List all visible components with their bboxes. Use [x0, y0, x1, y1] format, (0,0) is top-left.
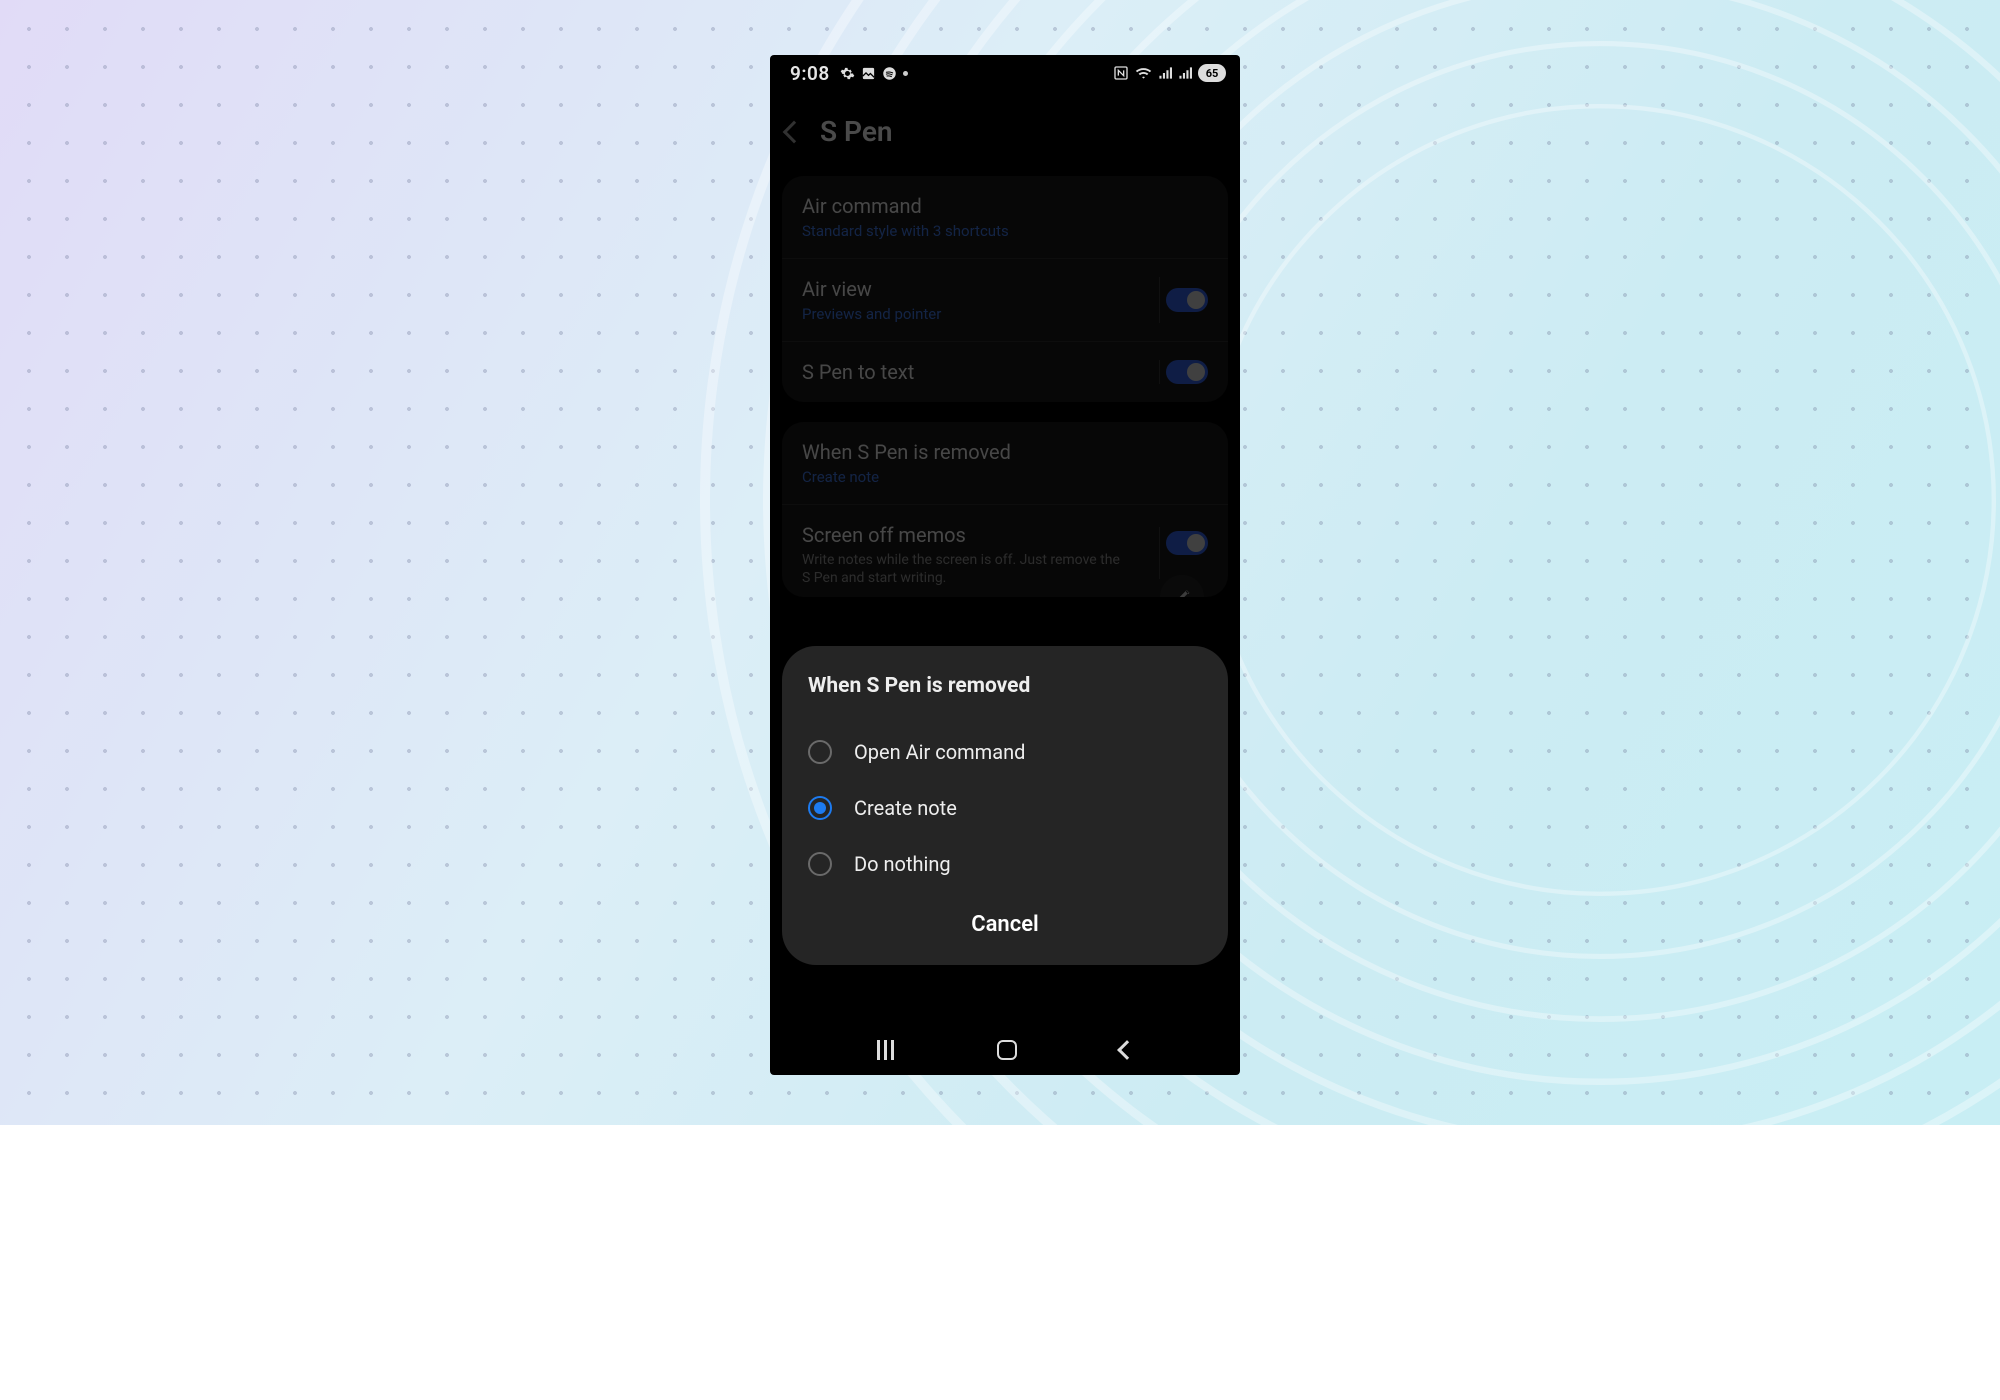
spotify-icon: [882, 66, 897, 81]
status-bar: 9:08 65: [770, 55, 1240, 93]
spen-to-text-label: S Pen to text: [802, 360, 914, 384]
dialog-title: When S Pen is removed: [808, 674, 1202, 698]
gallery-icon: [861, 66, 876, 81]
air-view-sub: Previews and pointer: [802, 305, 941, 323]
page-title: S Pen: [820, 115, 893, 148]
option-do-nothing[interactable]: Do nothing: [808, 836, 1202, 892]
air-command-row[interactable]: Air command Standard style with 3 shortc…: [782, 176, 1228, 258]
radio-icon: [808, 852, 832, 876]
phone-frame: 9:08 65: [770, 55, 1240, 1075]
option-label: Create note: [854, 796, 957, 820]
settings-icon: [840, 66, 855, 81]
when-removed-sub: Create note: [802, 468, 1011, 486]
when-removed-dialog: When S Pen is removed Open Air command C…: [782, 646, 1228, 965]
signal-icon-2: [1178, 66, 1192, 80]
option-label: Open Air command: [854, 740, 1025, 764]
radio-icon-selected: [808, 796, 832, 820]
when-removed-row[interactable]: When S Pen is removed Create note: [782, 422, 1228, 504]
nfc-icon: [1113, 65, 1129, 81]
air-view-toggle[interactable]: [1166, 288, 1208, 312]
system-nav-bar: [770, 1025, 1240, 1075]
nav-home-button[interactable]: [997, 1040, 1017, 1060]
settings-group-2: When S Pen is removed Create note Screen…: [782, 422, 1228, 597]
back-icon[interactable]: [783, 120, 806, 143]
wifi-icon: [1135, 66, 1152, 80]
option-open-air-command[interactable]: Open Air command: [808, 724, 1202, 780]
pencil-icon: [1172, 587, 1192, 597]
option-create-note[interactable]: Create note: [808, 780, 1202, 836]
when-removed-label: When S Pen is removed: [802, 440, 1011, 464]
nav-back-button[interactable]: [1117, 1040, 1137, 1060]
screen-off-memos-sub: Write notes while the screen is off. Jus…: [802, 551, 1122, 587]
radio-icon: [808, 740, 832, 764]
signal-icon: [1158, 66, 1172, 80]
air-command-label: Air command: [802, 194, 1009, 218]
page-header: S Pen: [770, 93, 1240, 176]
settings-content: S Pen Air command Standard style with 3 …: [770, 93, 1240, 1025]
air-view-row[interactable]: Air view Previews and pointer: [782, 258, 1228, 341]
screen-off-memos-label: Screen off memos: [802, 523, 1122, 547]
air-view-label: Air view: [802, 277, 941, 301]
screen-off-memos-row[interactable]: Screen off memos Write notes while the s…: [782, 504, 1228, 597]
more-notifications-icon: [903, 71, 908, 76]
nav-recents-button[interactable]: [877, 1040, 894, 1060]
cancel-button[interactable]: Cancel: [808, 892, 1202, 943]
spen-to-text-toggle[interactable]: [1166, 360, 1208, 384]
screen-off-memos-toggle[interactable]: [1166, 531, 1208, 555]
option-label: Do nothing: [854, 852, 951, 876]
status-time: 9:08: [790, 62, 830, 85]
battery-pill: 65: [1198, 64, 1226, 82]
spen-to-text-row[interactable]: S Pen to text: [782, 341, 1228, 402]
settings-group-1: Air command Standard style with 3 shortc…: [782, 176, 1228, 402]
air-command-sub: Standard style with 3 shortcuts: [802, 222, 1009, 240]
